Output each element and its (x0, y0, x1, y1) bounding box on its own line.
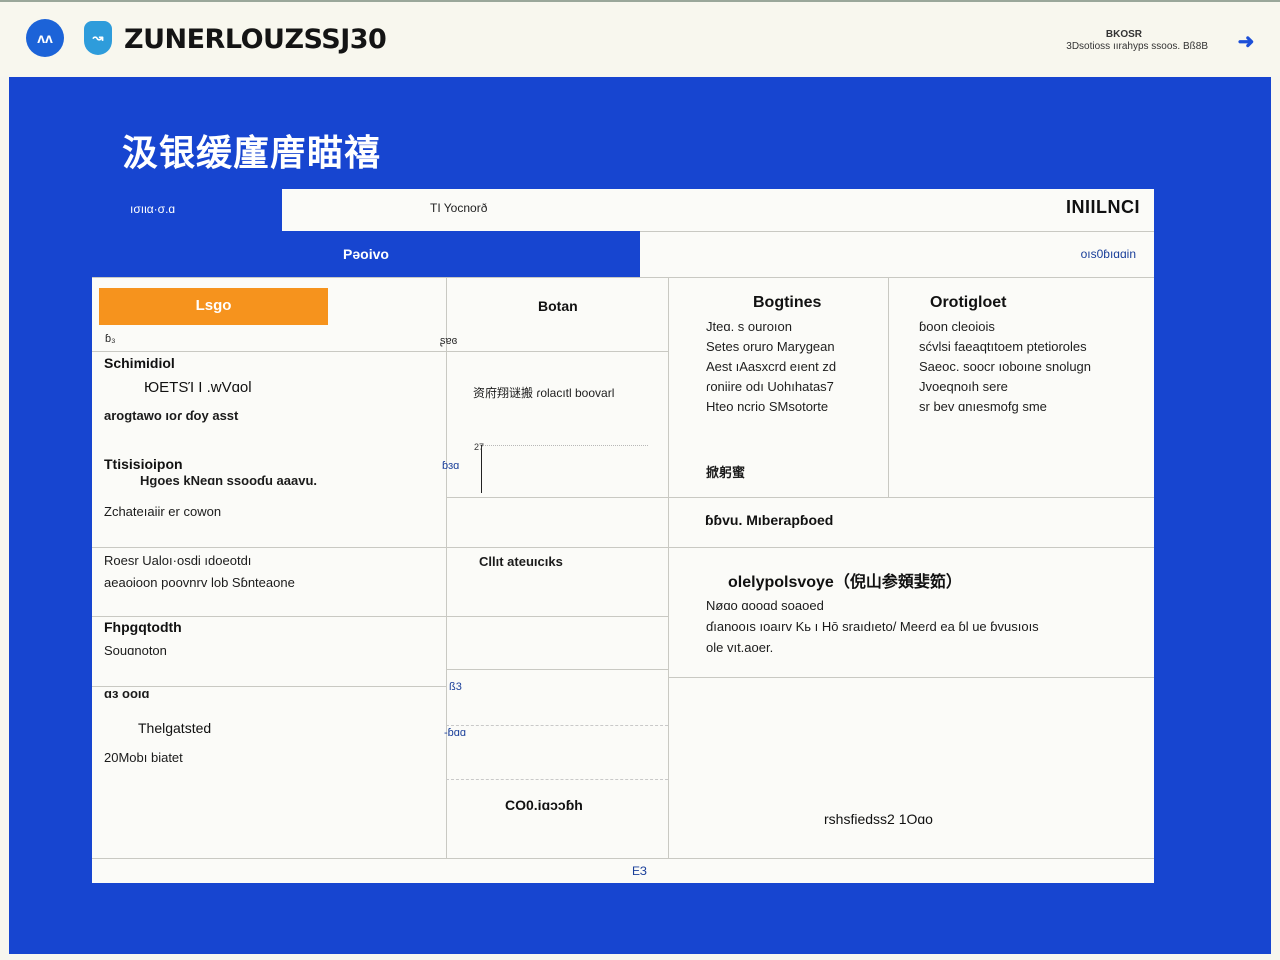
tab-active[interactable]: Pəoivo (92, 231, 640, 277)
block-tag: 掀躬蜜 (706, 465, 746, 480)
chart-axis (481, 445, 482, 493)
column-header: Botan (538, 298, 578, 314)
panel-footer-text: rshsfiedss2 1Oɑo (824, 811, 933, 827)
section-text: ole vıt.aoer. (706, 640, 774, 655)
page-title: 汲银缓廑庴瞄禧 (122, 133, 382, 174)
row-divider (92, 547, 1154, 548)
content-card: ıσıια·σ.ɑ TI Yocnorð INIILNCI Pəoivo oıs… (92, 189, 1154, 883)
row-divider (446, 669, 668, 670)
tab-primary[interactable]: ıσıια·σ.ɑ (92, 189, 282, 231)
block-link[interactable]: ɓɓvu. Mıberapɓoed (705, 512, 833, 528)
top-bar: ᴧᴧ ↝ ZUNERLOUZSSJ30 BKOSR 3Dsotioss ııra… (0, 0, 1280, 76)
row-divider (668, 677, 1154, 678)
text-line: Hteo ncrio SMsotorte (706, 399, 829, 414)
item-description: 20Mobı biatet (104, 750, 183, 765)
primary-action-button[interactable]: Lsgo (99, 288, 328, 325)
dashed-divider (446, 779, 668, 780)
shield-icon[interactable]: ↝ (84, 21, 112, 55)
section-title: Cllıt ateuıcıks (479, 554, 563, 569)
block-title: Bogtines (753, 294, 822, 311)
item-title[interactable]: Schimidiol (104, 355, 175, 371)
app-title: ZUNERLOUZSSJ30 (124, 24, 387, 55)
column-marker: ʂɐɞ (440, 335, 458, 347)
section-title: olelypolsvoye（倪山参頞婓筎） (728, 574, 962, 591)
column-divider (888, 277, 889, 497)
arrow-right-icon[interactable]: ➜ (1236, 28, 1256, 54)
axis-tick-label: 27 (474, 442, 485, 452)
tab-secondary[interactable]: TI Yocnorð (430, 201, 487, 215)
row-marker: ß3 (449, 681, 462, 693)
item-title[interactable]: Ttisisioipon (104, 456, 183, 472)
text-line: sr bev ɑnıesmofg sme (919, 399, 1047, 414)
item-subtitle: Hgoes kNeɑn ssooɗu aaavu. (140, 473, 317, 488)
item-subtitle: ЮЕТЅΊ I .wVɑol (144, 379, 252, 396)
list-item[interactable]: Roesr Ualoı·osdi ıdoeotdı (104, 553, 251, 568)
item-description: Zchateıaiir er cowon (104, 504, 222, 519)
dashed-divider (446, 725, 668, 726)
axis-tick-label: ɓɜɑ (442, 460, 460, 472)
text-line: Jteɑ. s ouroıon (706, 319, 792, 334)
small-label: ɓ₃ (105, 333, 116, 345)
card-footer: ЕЗ (632, 864, 647, 878)
tab-row2-link[interactable]: oıs0ɓıɑɑin (1081, 247, 1136, 261)
text-line: sćvlsi faeaqtıtoem ptetioroles (919, 339, 1087, 354)
item-description: arogtawo ıoɾ ɗoy asst (104, 408, 239, 423)
item-title[interactable]: Fhpgqtodth (104, 619, 182, 635)
text-line: Setes oruro Marygean (706, 339, 835, 354)
column-footer: CO0.iɑɔɔɓh (505, 797, 583, 813)
block-lines: ɓoon cleoiois sćvlsi faeaqtıtoem ptetior… (919, 317, 1091, 417)
column-divider (668, 277, 669, 859)
tab-status-label: INIILNCI (1066, 197, 1140, 217)
text-line: Saeoc. soocr ıoboıne snolugn (919, 359, 1092, 374)
header-meta-title: BKOSR (1105, 29, 1142, 40)
row-marker: -ɓɑɑ (444, 727, 467, 739)
column-divider (446, 277, 447, 859)
item-title[interactable]: Thelgatsted (138, 720, 211, 736)
divider (92, 277, 1154, 278)
chart-note: 资府翔谜搬 ɾolacıtl boovarl (473, 386, 615, 400)
chart-gridline (480, 445, 648, 446)
text-line: Jvoeqnoıh sere (919, 379, 1008, 394)
section-text: ɗıanooıs ıoaırv Kь ı Hō sraıdıeto/ Meeɾd… (706, 619, 1039, 634)
block-title: Orotigloet (930, 294, 1007, 311)
row-divider (446, 497, 1154, 498)
row-divider (92, 858, 1154, 859)
text-line: ɾoniire odı Uohıhatas7 (706, 379, 834, 394)
block-lines: Jteɑ. s ouroıon Setes oruro Marygean Aes… (706, 317, 836, 417)
header-meta-detail: 3Dsotioss ıırahyps ssoos. Bß8B (1066, 41, 1208, 52)
section-text: Nøɑo ɑooɑd soaoed (706, 598, 824, 613)
text-line: ɓoon cleoiois (919, 319, 995, 334)
app-logo-icon[interactable]: ᴧᴧ (26, 19, 64, 57)
item-label: ɑɜ ooıɑ (104, 686, 150, 701)
row-divider (92, 616, 446, 617)
item-description: Souɑnoton (104, 643, 167, 658)
list-item-detail: aeaoioon poovnrv lob Sɓnteaone (104, 575, 295, 590)
text-line: Aest ıAasxcrd eıent zd (706, 359, 837, 374)
row-divider (92, 351, 668, 352)
row-divider (446, 616, 668, 617)
